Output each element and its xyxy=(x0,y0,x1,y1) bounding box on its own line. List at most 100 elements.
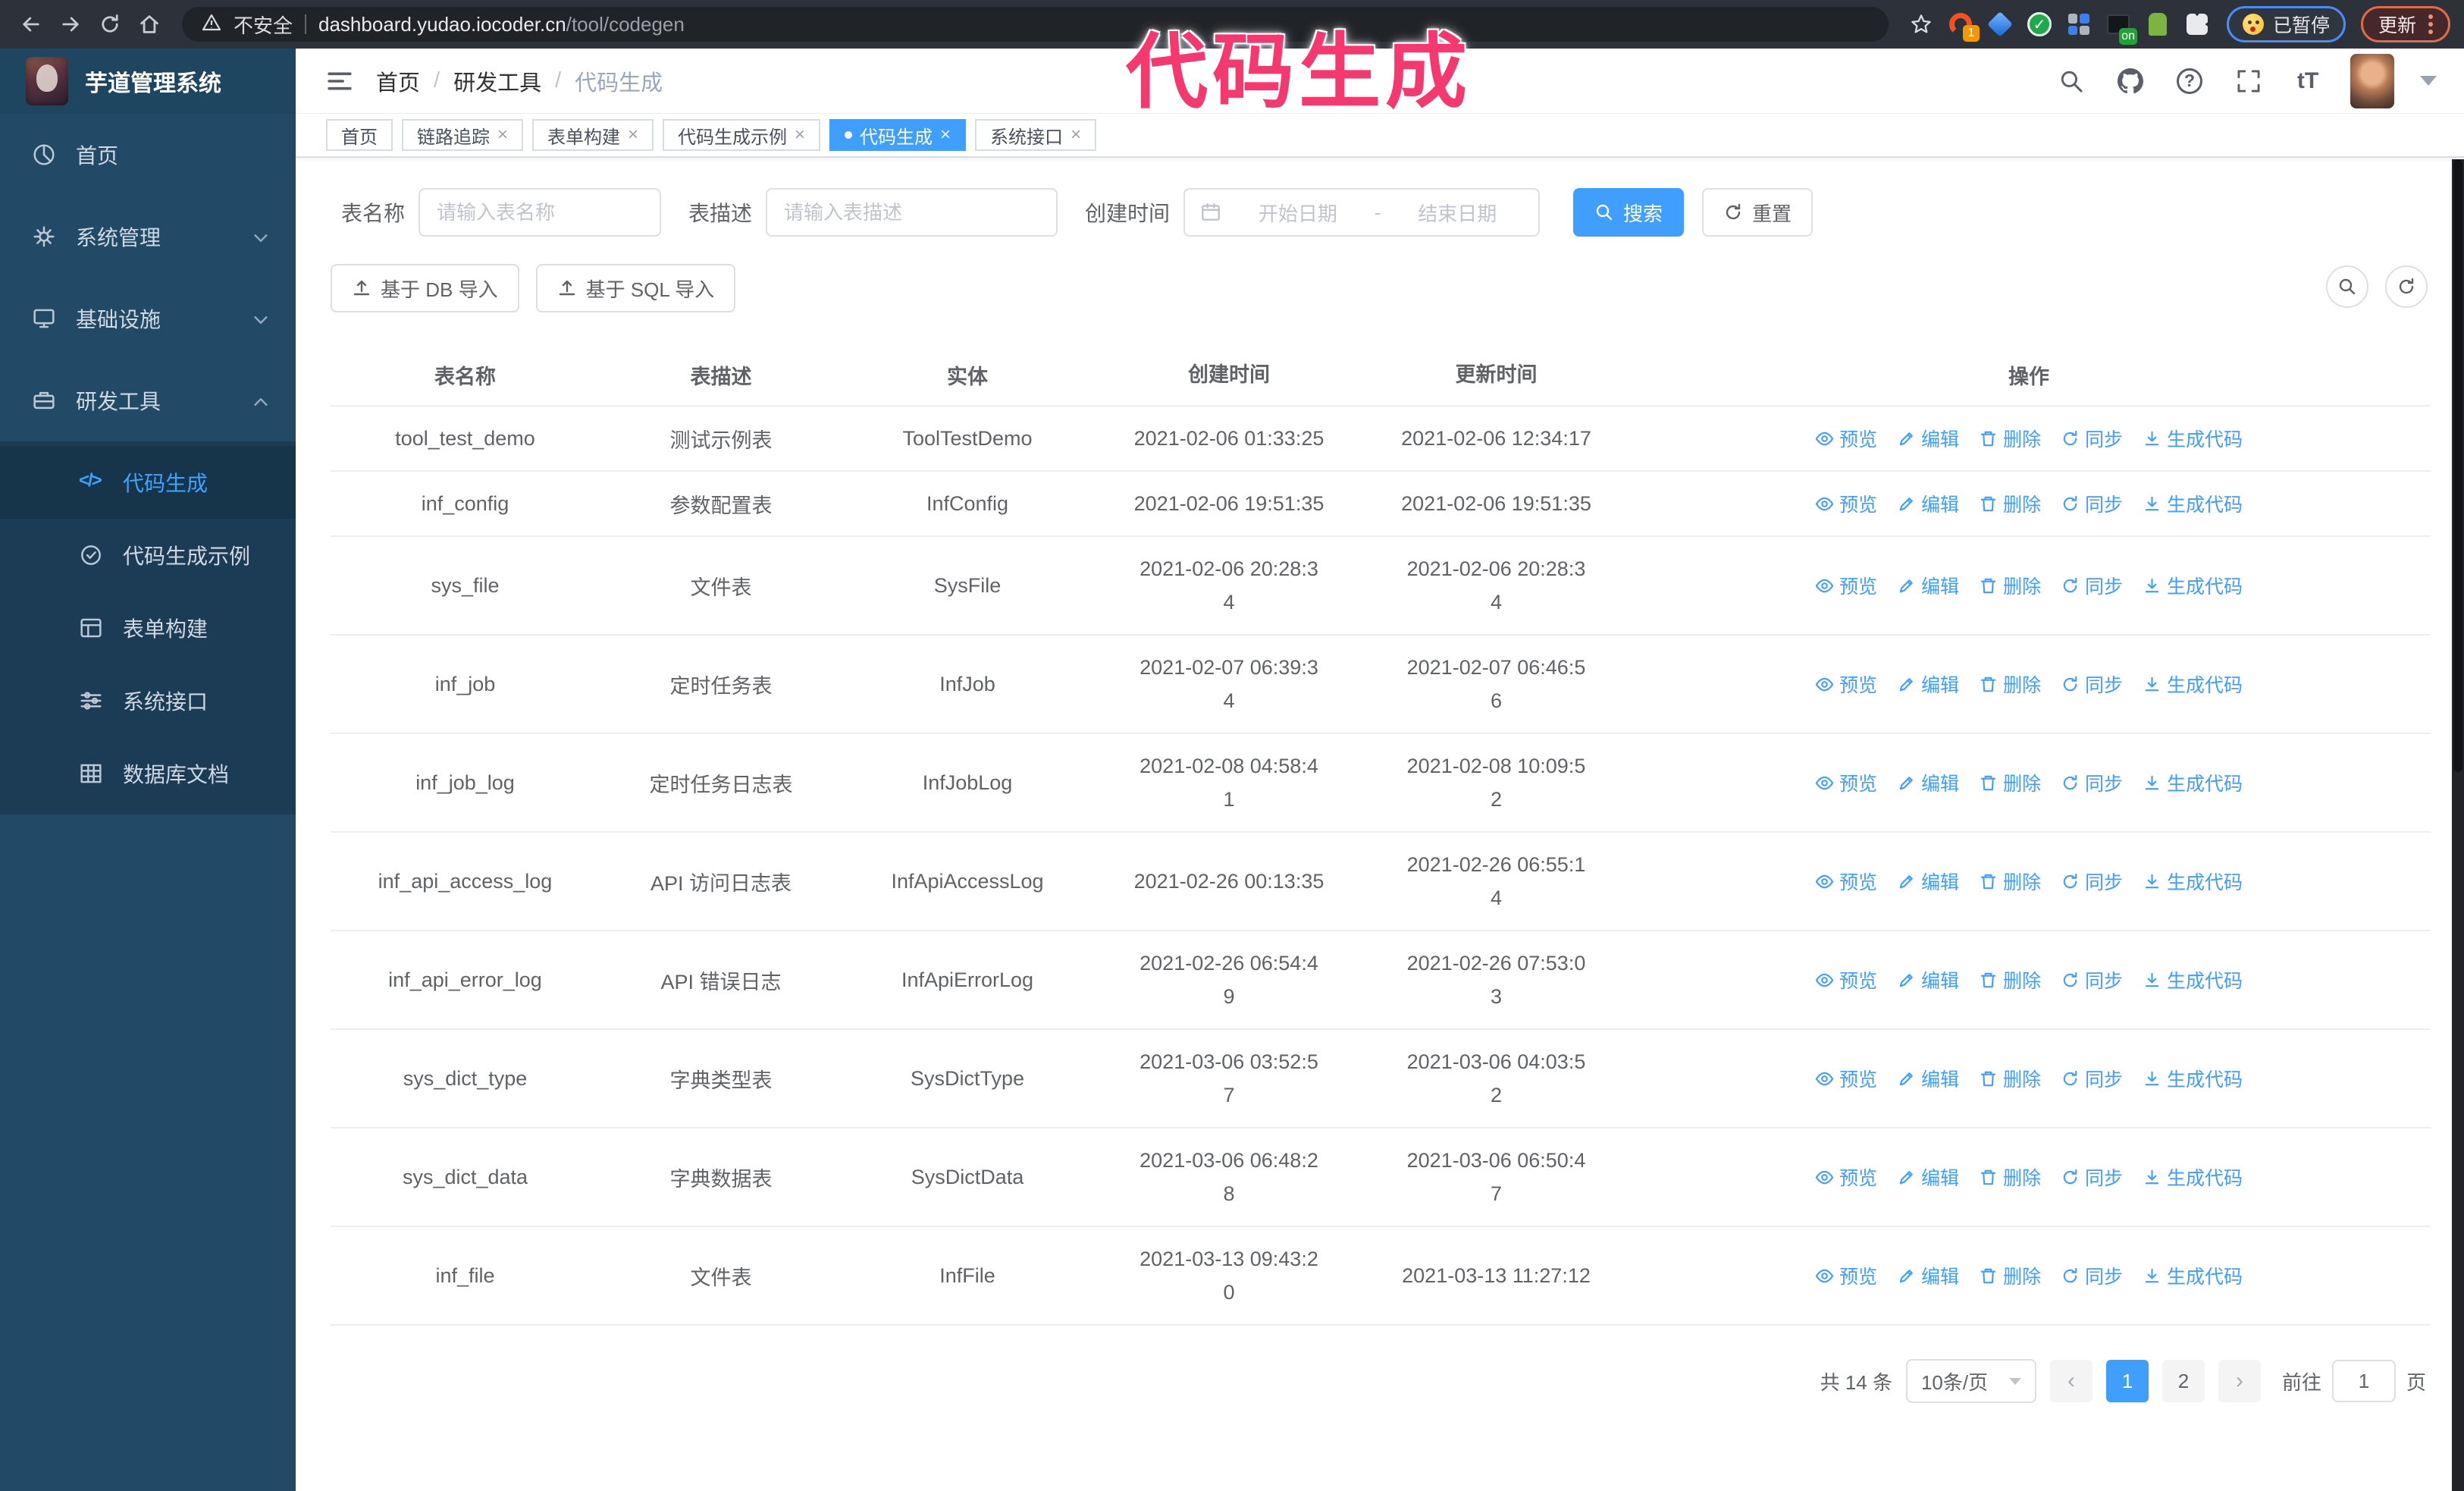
sidebar-item-home[interactable]: 首页 xyxy=(0,114,296,196)
fullscreen-icon[interactable] xyxy=(2232,64,2265,98)
tag-codegen-example[interactable]: 代码生成示例 × xyxy=(663,119,821,151)
generate-code-link[interactable]: 生成代码 xyxy=(2143,1262,2243,1289)
delete-link[interactable]: 删除 xyxy=(1979,1065,2041,1092)
sidebar-item-devtools[interactable]: 研发工具 xyxy=(0,359,296,441)
sync-link[interactable]: 同步 xyxy=(2061,868,2123,895)
close-icon[interactable]: × xyxy=(1071,126,1081,144)
address-bar[interactable]: 不安全 dashboard.yudao.iocoder.cn/tool/code… xyxy=(182,7,1889,42)
preview-link[interactable]: 预览 xyxy=(1815,490,1877,517)
edit-link[interactable]: 编辑 xyxy=(1897,1163,1959,1191)
preview-link[interactable]: 预览 xyxy=(1815,868,1877,895)
sidebar-collapse-icon[interactable] xyxy=(323,64,356,98)
table-desc-input[interactable] xyxy=(766,188,1058,237)
extension-icon[interactable]: on xyxy=(2101,7,2137,45)
sidebar-item-api[interactable]: 系统接口 xyxy=(0,664,296,737)
sync-link[interactable]: 同步 xyxy=(2061,769,2123,796)
import-sql-button[interactable]: 基于 SQL 导入 xyxy=(535,264,736,312)
edit-link[interactable]: 编辑 xyxy=(1897,425,1959,452)
generate-code-link[interactable]: 生成代码 xyxy=(2143,572,2243,599)
user-avatar[interactable] xyxy=(2350,53,2394,108)
browser-update-button[interactable]: 更新 xyxy=(2360,6,2450,42)
github-icon[interactable] xyxy=(2114,64,2147,98)
sidebar-item-infra[interactable]: 基础设施 xyxy=(0,278,296,359)
page-size-select[interactable]: 10条/页 xyxy=(1905,1359,2036,1403)
goto-page-input[interactable] xyxy=(2331,1360,2396,1402)
reload-icon[interactable] xyxy=(92,7,127,42)
next-page-button[interactable]: › xyxy=(2218,1360,2261,1402)
page-button-2[interactable]: 2 xyxy=(2161,1360,2205,1402)
sidebar-item-system[interactable]: 系统管理 xyxy=(0,196,296,278)
close-icon[interactable]: × xyxy=(940,126,951,144)
delete-link[interactable]: 删除 xyxy=(1979,572,2041,599)
close-icon[interactable]: × xyxy=(628,126,638,144)
bookmark-star-icon[interactable] xyxy=(1904,7,1939,42)
delete-link[interactable]: 删除 xyxy=(1979,425,2041,452)
delete-link[interactable]: 删除 xyxy=(1979,769,2041,796)
preview-link[interactable]: 预览 xyxy=(1815,572,1877,599)
generate-code-link[interactable]: 生成代码 xyxy=(2143,1065,2243,1092)
search-button[interactable]: 搜索 xyxy=(1573,188,1685,237)
delete-link[interactable]: 删除 xyxy=(1979,966,2041,993)
page-button-1[interactable]: 1 xyxy=(2105,1360,2149,1402)
delete-link[interactable]: 删除 xyxy=(1979,490,2041,517)
preview-link[interactable]: 预览 xyxy=(1815,966,1877,993)
edit-link[interactable]: 编辑 xyxy=(1897,868,1959,895)
sidebar-item-codegen-example[interactable]: 代码生成示例 xyxy=(0,519,296,592)
edit-link[interactable]: 编辑 xyxy=(1897,490,1959,517)
generate-code-link[interactable]: 生成代码 xyxy=(2143,425,2243,452)
generate-code-link[interactable]: 生成代码 xyxy=(2143,868,2243,895)
generate-code-link[interactable]: 生成代码 xyxy=(2143,966,2243,993)
sync-link[interactable]: 同步 xyxy=(2061,1163,2123,1191)
sync-link[interactable]: 同步 xyxy=(2061,1262,2123,1289)
show-search-icon[interactable] xyxy=(2326,265,2368,308)
refresh-table-icon[interactable] xyxy=(2385,265,2428,308)
preview-link[interactable]: 预览 xyxy=(1815,425,1877,452)
sidebar-item-codegen[interactable]: </> 代码生成 xyxy=(0,446,296,519)
forward-icon[interactable] xyxy=(53,7,88,42)
edit-link[interactable]: 编辑 xyxy=(1897,1065,1959,1092)
tag-codegen[interactable]: 代码生成 × xyxy=(829,119,967,151)
tag-api[interactable]: 系统接口 × xyxy=(975,119,1097,151)
sync-link[interactable]: 同步 xyxy=(2061,425,2123,452)
sidebar-item-db-doc[interactable]: 数据库文档 xyxy=(0,737,296,810)
browser-menu-icon[interactable] xyxy=(2428,14,2433,34)
preview-link[interactable]: 预览 xyxy=(1815,769,1877,796)
preview-link[interactable]: 预览 xyxy=(1815,1262,1877,1289)
import-db-button[interactable]: 基于 DB 导入 xyxy=(331,264,519,312)
edit-link[interactable]: 编辑 xyxy=(1897,966,1959,993)
extension-icon[interactable] xyxy=(2140,7,2175,42)
delete-link[interactable]: 删除 xyxy=(1979,670,2041,698)
preview-link[interactable]: 预览 xyxy=(1815,1163,1877,1191)
breadcrumb-home[interactable]: 首页 xyxy=(376,65,420,97)
extension-icon[interactable]: 1 xyxy=(1943,7,1980,42)
preview-link[interactable]: 预览 xyxy=(1815,1065,1877,1092)
font-size-icon[interactable]: tT xyxy=(2291,64,2324,98)
breadcrumb-devtools[interactable]: 研发工具 xyxy=(453,65,541,97)
close-icon[interactable]: × xyxy=(497,126,508,144)
sidebar-item-form-builder[interactable]: 表单构建 xyxy=(0,592,296,664)
delete-link[interactable]: 删除 xyxy=(1979,1262,2041,1289)
table-name-input[interactable] xyxy=(419,188,662,237)
sync-link[interactable]: 同步 xyxy=(2061,670,2123,698)
edit-link[interactable]: 编辑 xyxy=(1897,670,1959,698)
sync-link[interactable]: 同步 xyxy=(2061,966,2123,993)
prev-page-button[interactable]: ‹ xyxy=(2049,1360,2093,1402)
home-icon[interactable] xyxy=(132,7,167,42)
edit-link[interactable]: 编辑 xyxy=(1897,769,1959,796)
app-logo[interactable]: 芋道管理系统 xyxy=(0,49,296,114)
back-icon[interactable] xyxy=(14,7,49,42)
extension-icon[interactable] xyxy=(2061,7,2096,42)
edit-link[interactable]: 编辑 xyxy=(1897,572,1959,599)
page-scrollbar[interactable] xyxy=(2452,159,2464,1491)
search-icon[interactable] xyxy=(2055,64,2088,98)
generate-code-link[interactable]: 生成代码 xyxy=(2143,1163,2243,1191)
generate-code-link[interactable]: 生成代码 xyxy=(2143,670,2243,698)
help-icon[interactable]: ? xyxy=(2173,64,2206,98)
preview-link[interactable]: 预览 xyxy=(1815,670,1877,698)
date-range-picker[interactable]: 开始日期 - 结束日期 xyxy=(1183,188,1541,237)
sync-link[interactable]: 同步 xyxy=(2061,1065,2123,1092)
profile-paused-badge[interactable]: 已暂停 xyxy=(2226,6,2346,42)
generate-code-link[interactable]: 生成代码 xyxy=(2143,490,2243,517)
extensions-puzzle-icon[interactable] xyxy=(2180,7,2215,42)
extension-icon[interactable] xyxy=(1983,7,2017,42)
